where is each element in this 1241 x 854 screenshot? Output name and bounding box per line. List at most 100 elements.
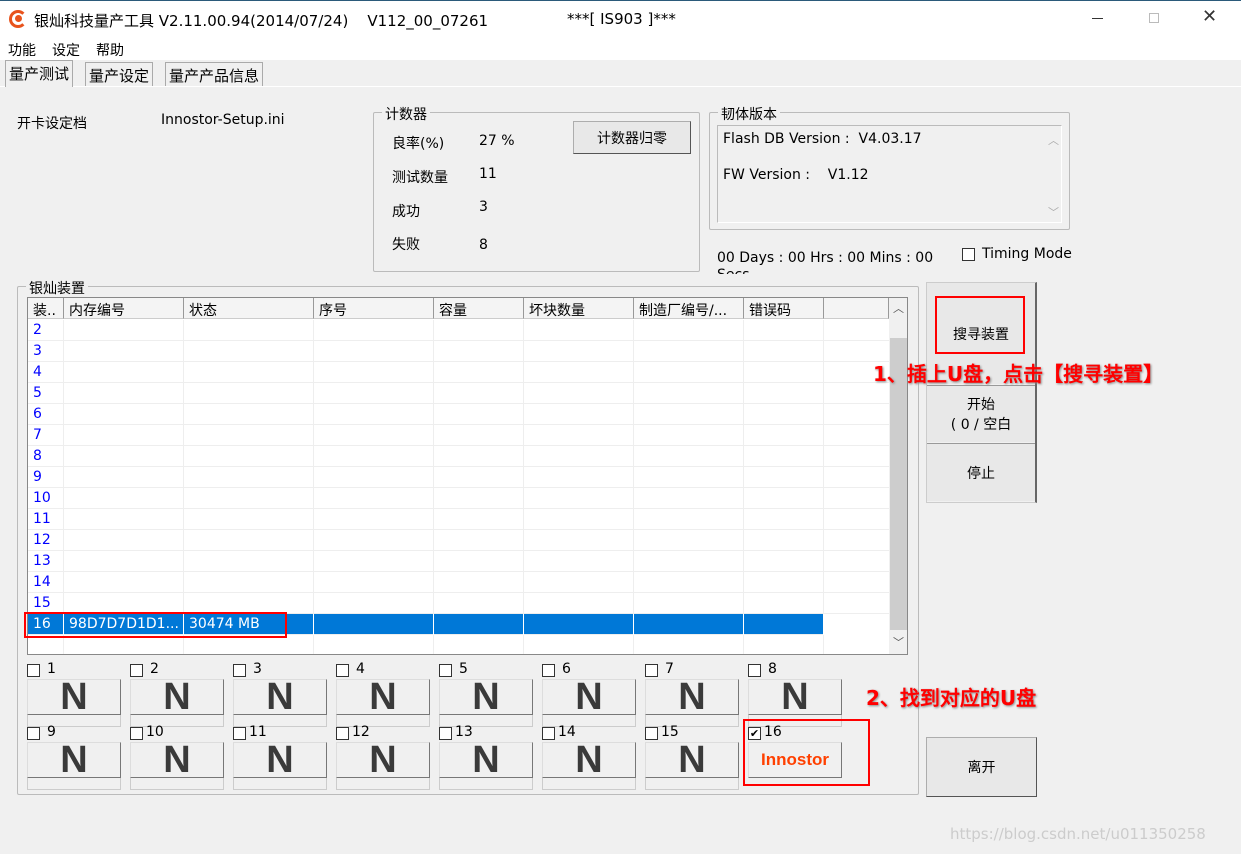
table-cell: 12 bbox=[28, 530, 64, 551]
slot-button[interactable]: N bbox=[233, 739, 327, 781]
slot-button[interactable]: N bbox=[336, 676, 430, 718]
slot-checkbox[interactable] bbox=[233, 664, 246, 677]
slot-button[interactable]: N bbox=[233, 676, 327, 718]
column-header[interactable]: 状态 bbox=[184, 298, 314, 319]
table-row[interactable]: 12 bbox=[28, 530, 889, 551]
table-cell: 5 bbox=[28, 383, 64, 404]
slot-button[interactable]: N bbox=[439, 739, 533, 781]
slot-checkbox[interactable] bbox=[233, 727, 246, 740]
slot-checkbox[interactable] bbox=[27, 664, 40, 677]
table-row[interactable]: 2 bbox=[28, 320, 889, 341]
slot-button[interactable]: N bbox=[439, 676, 533, 718]
column-header[interactable]: 序号 bbox=[314, 298, 434, 319]
table-row[interactable]: 7 bbox=[28, 425, 889, 446]
table-cell bbox=[744, 341, 824, 362]
table-row[interactable] bbox=[28, 635, 889, 654]
slot-label: 7 bbox=[665, 661, 674, 677]
table-cell bbox=[314, 383, 434, 404]
slot-checkbox[interactable] bbox=[542, 727, 555, 740]
table-cell bbox=[314, 530, 434, 551]
close-button[interactable]: ✕ bbox=[1202, 6, 1217, 27]
stop-button[interactable]: 停止 bbox=[927, 443, 1035, 501]
slot-checkbox[interactable] bbox=[645, 727, 658, 740]
slot-status-bar bbox=[645, 715, 739, 727]
menu-function[interactable]: 功能 bbox=[8, 40, 36, 60]
table-cell bbox=[64, 509, 184, 530]
table-cell bbox=[184, 320, 314, 341]
table-cell bbox=[524, 509, 634, 530]
table-row[interactable]: 6 bbox=[28, 404, 889, 425]
slot-button[interactable]: N bbox=[130, 739, 224, 781]
slot-checkbox[interactable] bbox=[27, 727, 40, 740]
minimize-button[interactable] bbox=[1092, 18, 1103, 19]
table-cell bbox=[524, 551, 634, 572]
table-cell bbox=[744, 362, 824, 383]
slot-checkbox[interactable] bbox=[130, 664, 143, 677]
slot-button[interactable]: N bbox=[542, 739, 636, 781]
exit-button[interactable]: 离开 bbox=[926, 737, 1037, 797]
slot-checkbox[interactable] bbox=[336, 727, 349, 740]
slot-button[interactable]: N bbox=[542, 676, 636, 718]
scroll-up-icon[interactable]: ︿ bbox=[893, 300, 904, 316]
timing-mode-checkbox[interactable] bbox=[962, 248, 975, 261]
slot-label: 4 bbox=[356, 661, 365, 677]
ic-label: ***[ IS903 ]*** bbox=[567, 10, 676, 28]
slot-button[interactable]: N bbox=[27, 676, 121, 718]
menu-settings[interactable]: 设定 bbox=[52, 40, 80, 60]
slot-checkbox[interactable] bbox=[748, 664, 761, 677]
table-cell bbox=[64, 341, 184, 362]
table-row[interactable]: 13 bbox=[28, 551, 889, 572]
column-header[interactable]: 装.. bbox=[28, 298, 64, 319]
table-cell bbox=[434, 467, 524, 488]
table-cell bbox=[634, 509, 744, 530]
table-row[interactable]: 15 bbox=[28, 593, 889, 614]
device-table[interactable]: 装.. 内存编号 状态 序号 容量 坏块数量 制造厂编号/... 错误码 2 3 4 5 6 7 8 9 10 1… bbox=[27, 297, 908, 655]
slot-checkbox[interactable] bbox=[439, 727, 452, 740]
slot-checkbox[interactable] bbox=[336, 664, 349, 677]
table-row[interactable]: 10 bbox=[28, 488, 889, 509]
table-row[interactable]: 11 bbox=[28, 509, 889, 530]
slot-status-bar bbox=[645, 778, 739, 790]
tab-mp-product-info[interactable]: 量产产品信息 bbox=[165, 62, 264, 86]
table-cell bbox=[634, 488, 744, 509]
scroll-down-icon[interactable]: ﹀ bbox=[1048, 204, 1059, 220]
table-cell bbox=[314, 593, 434, 614]
slot-button[interactable]: N bbox=[27, 739, 121, 781]
table-row[interactable]: 9 bbox=[28, 467, 889, 488]
firmware-textbox[interactable]: Flash DB Version : V4.03.17 FW Version :… bbox=[717, 125, 1062, 223]
tested-value: 11 bbox=[479, 166, 497, 182]
table-cell: 4 bbox=[28, 362, 64, 383]
column-header[interactable]: 坏块数量 bbox=[524, 298, 634, 319]
column-header[interactable]: 容量 bbox=[434, 298, 524, 319]
column-header[interactable]: 内存编号 bbox=[64, 298, 184, 319]
scroll-up-icon[interactable]: ︿ bbox=[1048, 132, 1059, 148]
column-header[interactable]: 制造厂编号/... bbox=[634, 298, 744, 319]
start-button[interactable]: 开始 ( 0 / 空白 bbox=[927, 385, 1035, 442]
table-row[interactable]: 14 bbox=[28, 572, 889, 593]
maximize-button[interactable] bbox=[1149, 13, 1159, 23]
table-scrollbar[interactable]: ︿ ﹀ bbox=[889, 298, 907, 654]
menu-help[interactable]: 帮助 bbox=[96, 40, 124, 60]
table-row[interactable]: 4 bbox=[28, 362, 889, 383]
slot-checkbox[interactable] bbox=[439, 664, 452, 677]
slot-checkbox[interactable] bbox=[130, 727, 143, 740]
tab-mp-test[interactable]: 量产测试 bbox=[5, 60, 74, 87]
slot-button[interactable]: N bbox=[645, 739, 739, 781]
slot-button[interactable]: N bbox=[645, 676, 739, 718]
table-row[interactable]: 3 bbox=[28, 341, 889, 362]
slot-button[interactable]: N bbox=[336, 739, 430, 781]
slot-checkbox[interactable] bbox=[645, 664, 658, 677]
fail-value: 8 bbox=[479, 237, 488, 253]
reset-counter-button[interactable]: 计数器归零 bbox=[573, 121, 691, 154]
tab-mp-settings[interactable]: 量产设定 bbox=[85, 62, 154, 86]
table-cell bbox=[634, 404, 744, 425]
table-row[interactable]: 5 bbox=[28, 383, 889, 404]
slot-button[interactable]: N bbox=[130, 676, 224, 718]
scroll-down-icon[interactable]: ﹀ bbox=[893, 634, 904, 650]
table-cell bbox=[434, 551, 524, 572]
slot-checkbox[interactable] bbox=[542, 664, 555, 677]
column-header[interactable]: 错误码 bbox=[744, 298, 824, 319]
column-header-blank bbox=[824, 298, 889, 319]
slot-button[interactable]: N bbox=[748, 676, 842, 718]
table-row[interactable]: 8 bbox=[28, 446, 889, 467]
